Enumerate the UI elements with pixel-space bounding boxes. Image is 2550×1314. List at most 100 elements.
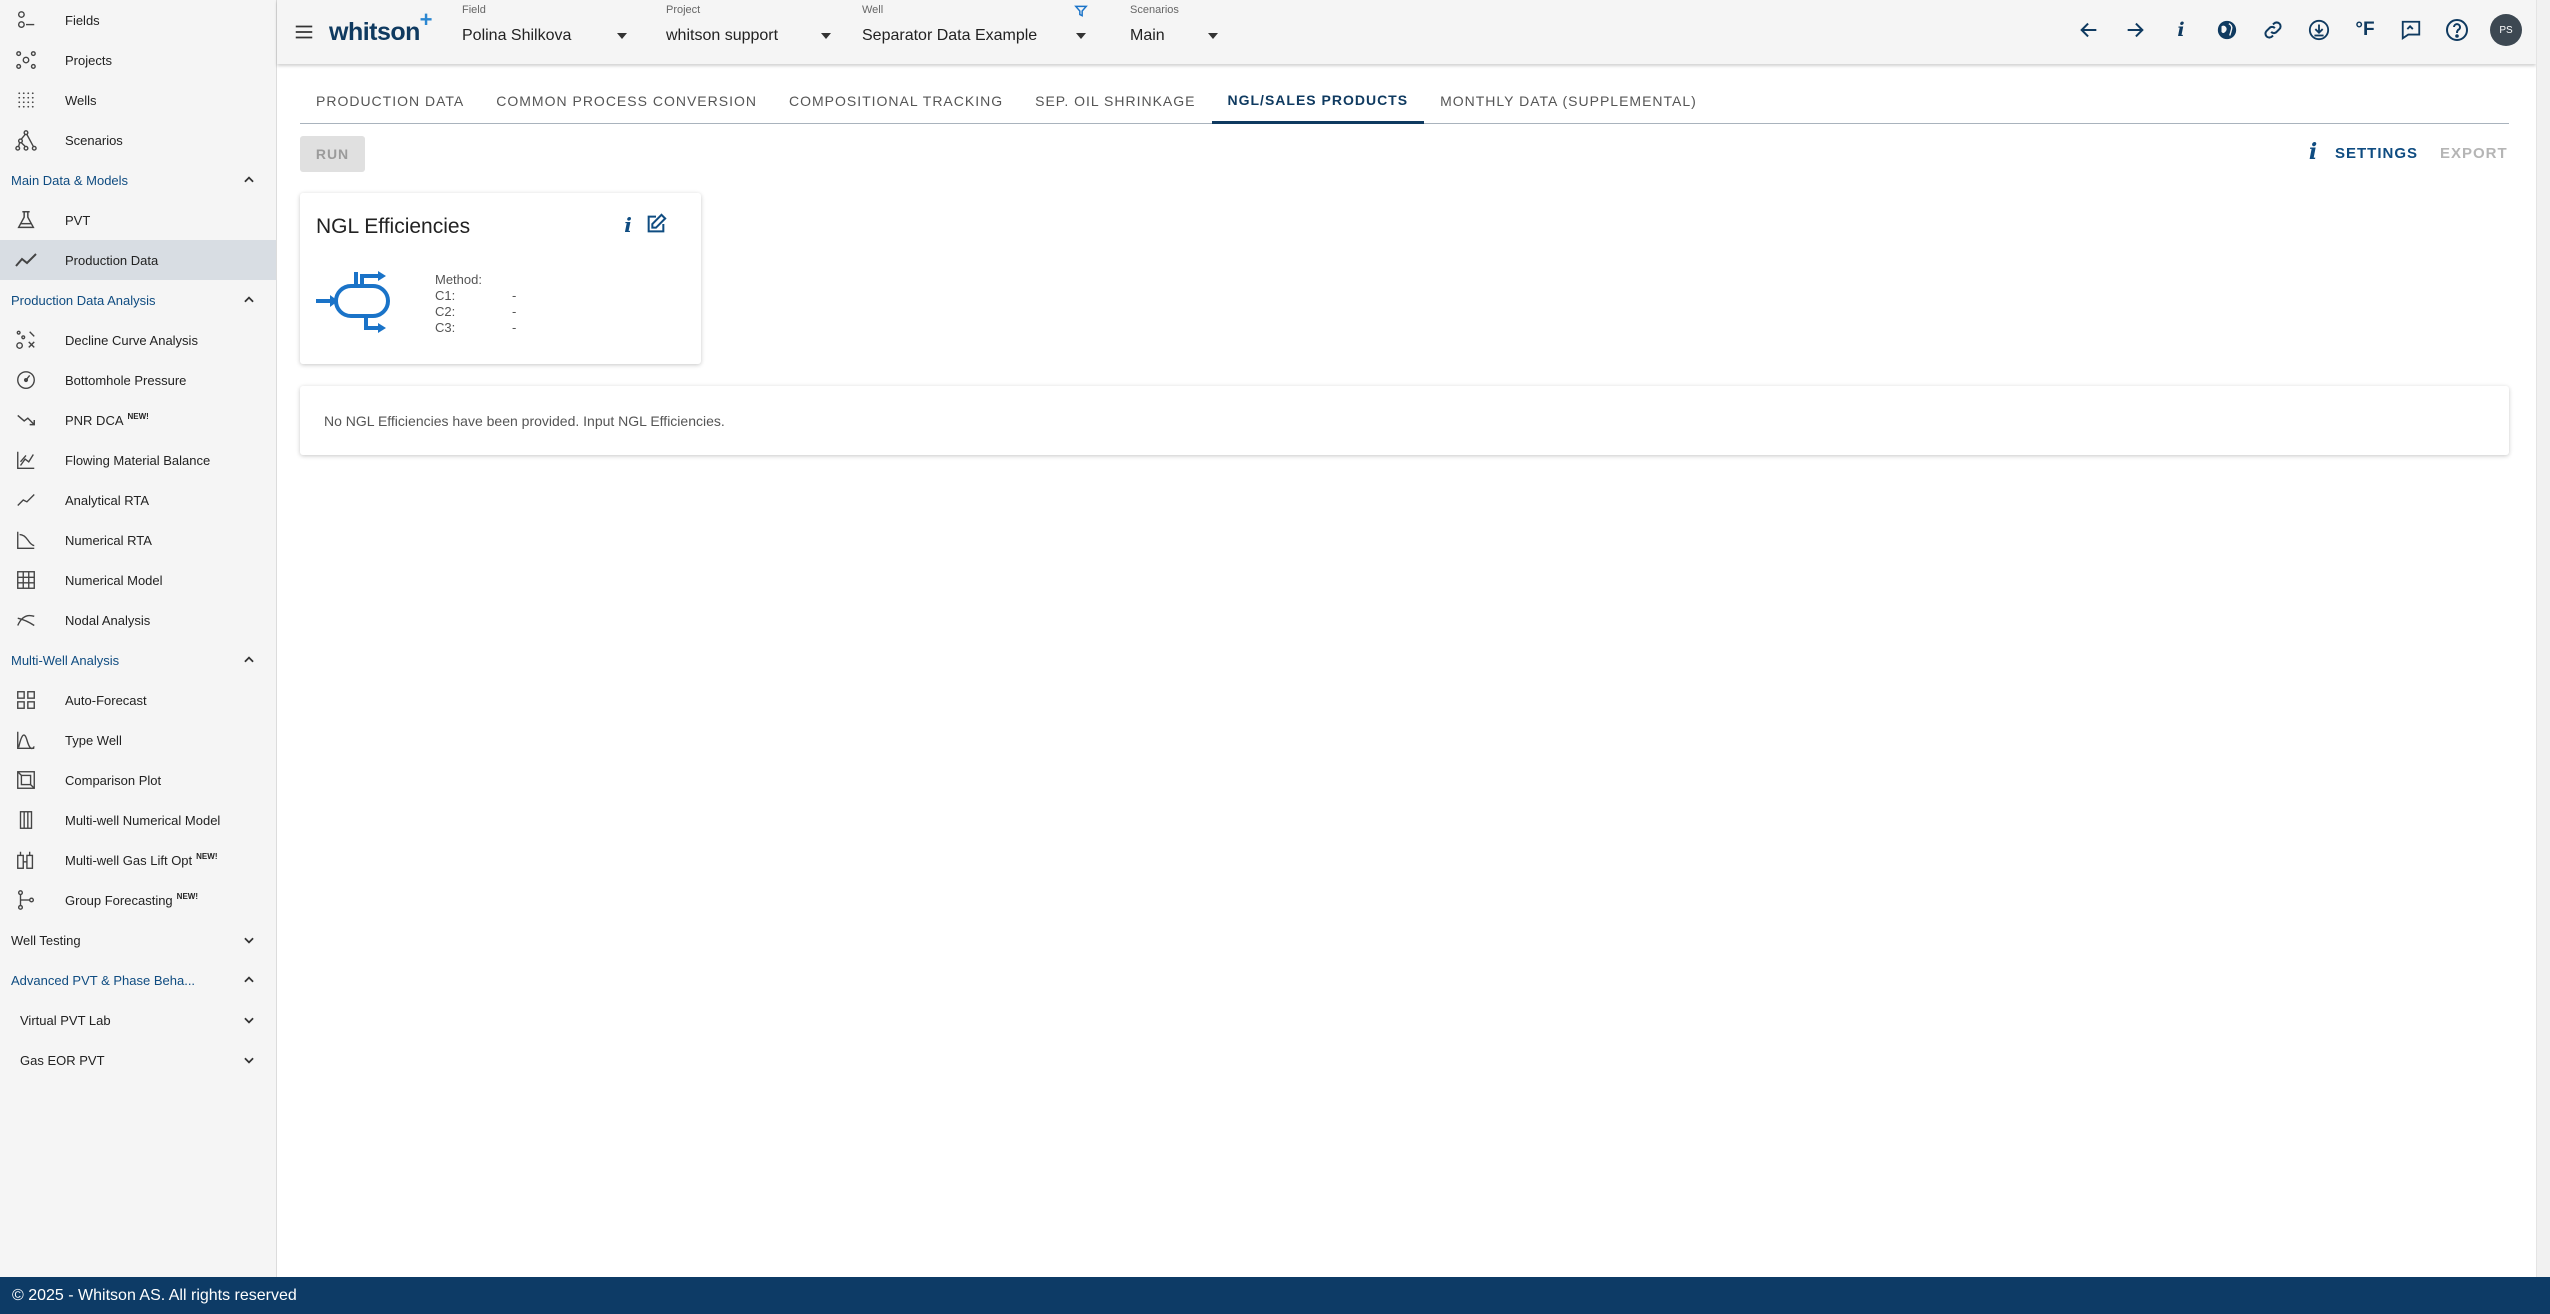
sidebar-item-numerical-model[interactable]: Numerical Model [0,560,276,600]
sidebar-item-comparison-plot[interactable]: Comparison Plot [0,760,276,800]
section-advanced-pvt[interactable]: Advanced PVT & Phase Beha... [0,960,276,1000]
section-label: Multi-Well Analysis [11,652,120,668]
sidebar-item-multi-well-gas-lift-opt[interactable]: Multi-well Gas Lift Opt NEW! [0,840,276,880]
run-button[interactable]: RUN [300,136,365,172]
sidebar-item-label: Fields [65,12,100,28]
section-label: Virtual PVT Lab [20,1012,111,1028]
section-gas-eor-pvt[interactable]: Gas EOR PVT [0,1040,276,1080]
settings-button[interactable]: SETTINGS [2335,140,2418,166]
sidebar-item-label: Projects [65,52,112,68]
sidebar-item-label: Type Well [65,732,122,748]
sidebar-item-numerical-rta[interactable]: Numerical RTA [0,520,276,560]
tab-common-process-conversion[interactable]: COMMON PROCESS CONVERSION [480,78,773,124]
help-icon[interactable] [2444,17,2470,43]
link-icon[interactable] [2260,17,2286,43]
scenarios-value: Main [1130,27,1165,44]
sidebar-item-production-data[interactable]: Production Data [0,240,276,280]
project-select[interactable]: Project whitson support [666,0,836,64]
scenarios-select[interactable]: Scenarios Main [1130,0,1230,64]
fields-icon [14,8,38,32]
download-circle-icon[interactable] [2306,17,2332,43]
ngl-efficiencies-card: NGL Efficiencies i Method: C1: - C2: - C3:… [300,193,701,364]
sidebar-item-nodal-analysis[interactable]: Nodal Analysis [0,600,276,640]
sidebar-item-wells[interactable]: Wells [0,80,276,120]
sidebar-item-type-well[interactable]: Type Well [0,720,276,760]
dropdown-arrow-icon [616,30,628,42]
sidebar-item-label: Decline Curve Analysis [65,332,198,348]
chevron-up-icon [242,173,256,187]
tab-compositional-tracking[interactable]: COMPOSITIONAL TRACKING [773,78,1019,124]
c1-row: C1: - [435,287,516,303]
sidebar-item-label: Numerical Model [65,572,163,588]
edit-icon[interactable] [645,213,669,237]
sidebar-item-label: Multi-well Numerical Model [65,812,221,828]
well-label: Well [862,4,884,16]
chart-axes-icon [14,448,38,472]
user-avatar[interactable]: PS [2490,14,2522,46]
sidebar-item-decline-curve-analysis[interactable]: Decline Curve Analysis [0,320,276,360]
field-select[interactable]: Field Polina Shilkova [462,0,632,64]
section-label: Gas EOR PVT [20,1052,105,1068]
well-select[interactable]: Well Separator Data Example [862,0,1092,64]
logo-text: whitson [329,17,420,46]
projects-icon [14,48,38,72]
sidebar-item-analytical-rta[interactable]: Analytical RTA [0,480,276,520]
card-info-icon[interactable]: i [616,213,640,237]
sidebar-item-multi-well-numerical-model[interactable]: Multi-well Numerical Model [0,800,276,840]
globe-icon[interactable] [2214,17,2240,43]
tab-sep-oil-shrinkage[interactable]: SEP. OIL SHRINKAGE [1019,78,1211,124]
sidebar-item-pnr-dca[interactable]: PNR DCA NEW! [0,400,276,440]
sidebar-item-fields[interactable]: Fields [0,0,276,40]
section-well-testing[interactable]: Well Testing [0,920,276,960]
section-virtual-pvt-lab[interactable]: Virtual PVT Lab [0,1000,276,1040]
back-arrow-icon[interactable] [2076,17,2102,43]
sidebar-item-label: Flowing Material Balance [65,452,211,468]
trending-down-icon [14,408,38,432]
sidebar-item-pvt[interactable]: PVT [0,200,276,240]
tab-production-data[interactable]: PRODUCTION DATA [300,78,480,124]
section-production-data-analysis[interactable]: Production Data Analysis [0,280,276,320]
sidebar-item-scenarios[interactable]: Scenarios [0,120,276,160]
project-value: whitson support [666,27,779,44]
sidebar-item-group-forecasting[interactable]: Group Forecasting NEW! [0,880,276,920]
filter-icon[interactable] [1074,4,1088,18]
section-main-data-models[interactable]: Main Data & Models [0,160,276,200]
menu-icon[interactable] [293,21,315,43]
section-label: Advanced PVT & Phase Beha... [11,972,196,988]
flask-icon [14,208,38,232]
export-button[interactable]: EXPORT [2440,140,2508,166]
c3-label: C3: [435,319,456,335]
chevron-up-icon [242,973,256,987]
c2-label: C2: [435,303,456,319]
chevron-up-icon [242,293,256,307]
grid-model-icon [14,568,38,592]
gauge-icon [14,368,38,392]
sidebar-item-flowing-material-balance[interactable]: Flowing Material Balance [0,440,276,480]
app-logo[interactable]: whitson + [329,7,432,47]
tab-ngl-sales-products[interactable]: NGL/SALES PRODUCTS [1211,78,1425,124]
sidebar-item-label: Auto-Forecast [65,692,147,708]
sidebar-item-label: PNR DCA [65,412,124,428]
section-multi-well-analysis[interactable]: Multi-Well Analysis [0,640,276,680]
decline-curve-icon [14,328,38,352]
forward-arrow-icon[interactable] [2122,17,2148,43]
tab-monthly-data-supplemental[interactable]: MONTHLY DATA (SUPPLEMENTAL) [1424,78,1713,124]
sidebar-item-label: Comparison Plot [65,772,162,788]
sidebar-item-label: Production Data [65,252,159,268]
c1-value: - [512,287,517,303]
nodal-icon [14,608,38,632]
sidebar-item-auto-forecast[interactable]: Auto-Forecast [0,680,276,720]
columns-icon [14,808,38,832]
feedback-icon[interactable] [2398,17,2424,43]
sidebar-item-label: Numerical RTA [65,532,152,548]
sidebar-item-projects[interactable]: Projects [0,40,276,80]
sidebar-item-label: Bottomhole Pressure [65,372,187,388]
group-forecast-icon [14,888,38,912]
section-label: Production Data Analysis [11,292,156,308]
page-scrollbar[interactable] [2536,0,2550,1277]
dashboard-grid-icon [14,688,38,712]
info-icon[interactable]: i [2168,17,2194,43]
sidebar-item-bottomhole-pressure[interactable]: Bottomhole Pressure [0,360,276,400]
info-icon[interactable]: i [2300,139,2326,165]
temperature-unit-toggle[interactable]: °F [2352,17,2378,43]
